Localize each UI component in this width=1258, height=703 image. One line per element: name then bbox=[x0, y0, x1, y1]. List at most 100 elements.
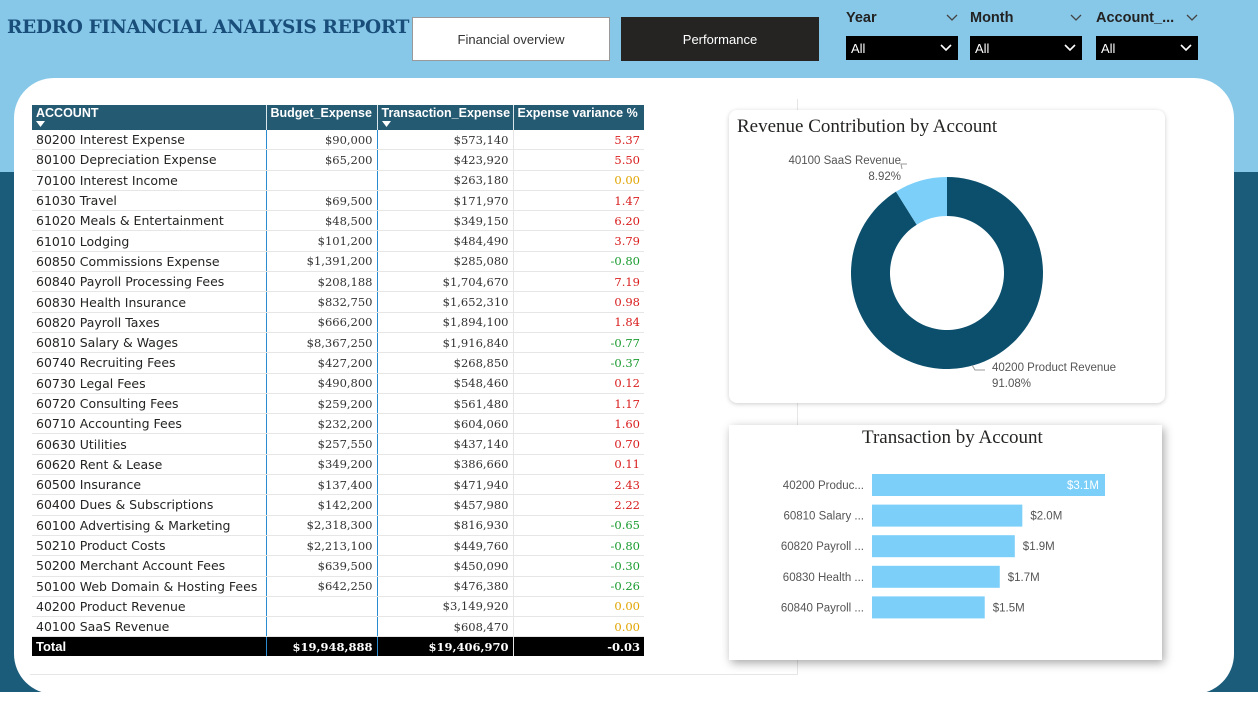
expense-variance-cell: 0.70 bbox=[513, 433, 644, 455]
chevron-down-icon bbox=[940, 44, 952, 52]
expense-variance-cell: 3.79 bbox=[513, 230, 644, 252]
expense-variance-cell: -0.80 bbox=[513, 251, 644, 273]
table-row[interactable]: 60500 Insurance $137,400 $471,940 2.43 bbox=[32, 474, 644, 496]
account-cell: 60810 Salary & Wages bbox=[32, 332, 267, 354]
transaction-expense-cell: $1,894,100 bbox=[377, 312, 514, 333]
account-cell: 70100 Interest Income bbox=[32, 170, 267, 191]
table-row[interactable]: 60740 Recruiting Fees $427,200 $268,850 -0.… bbox=[32, 352, 644, 374]
bar-value-label: $2.0M bbox=[1030, 511, 1062, 523]
account-cell: 40100 SaaS Revenue bbox=[32, 616, 267, 638]
table-row[interactable]: 61030 Travel $69,500 $171,970 1.47 bbox=[32, 190, 644, 212]
budget-expense-cell: $639,500 bbox=[266, 555, 378, 577]
account-cell: 60620 Rent & Lease bbox=[32, 454, 267, 476]
bar[interactable] bbox=[872, 504, 1023, 527]
expense-variance-cell: -0.37 bbox=[513, 352, 644, 374]
table-row[interactable]: 40100 SaaS Revenue $608,470 0.00 bbox=[32, 616, 644, 638]
transaction-expense-cell: $1,704,670 bbox=[377, 271, 514, 293]
chevron-down-icon[interactable] bbox=[1070, 14, 1082, 22]
account-cell: 50200 Merchant Account Fees bbox=[32, 555, 267, 577]
table-header-row: ACCOUNT Budget_Expense Transaction_Expen… bbox=[32, 105, 644, 130]
table-row[interactable]: 40200 Product Revenue $3,149,920 0.00 bbox=[32, 596, 644, 618]
expense-variance-cell: 0.11 bbox=[513, 454, 644, 476]
table-body: 80200 Interest Expense $90,000 $573,140 5.3… bbox=[32, 130, 644, 657]
account-cell: 50100 Web Domain & Hosting Fees bbox=[32, 576, 267, 597]
table-row[interactable]: 50210 Product Costs $2,213,100 $449,760 -0.… bbox=[32, 535, 644, 557]
table-row[interactable]: 60840 Payroll Processing Fees $208,188 $1,… bbox=[32, 271, 644, 293]
sort-down-icon[interactable] bbox=[381, 121, 391, 127]
table-row[interactable]: 60630 Utilities $257,550 $437,140 0.70 bbox=[32, 433, 644, 455]
account-cell: 60840 Payroll Processing Fees bbox=[32, 271, 267, 293]
expense-variance-cell: 0.00 bbox=[513, 170, 644, 191]
table-row[interactable]: 60400 Dues & Subscriptions $142,200 $457,9… bbox=[32, 494, 644, 516]
account-dropdown-value: All bbox=[1101, 40, 1116, 56]
table-row[interactable]: 70100 Interest Income $263,180 0.00 bbox=[32, 170, 644, 191]
table-row[interactable]: 60820 Payroll Taxes $666,200 $1,894,100 1.8… bbox=[32, 312, 644, 333]
expense-variance-cell: 5.50 bbox=[513, 149, 644, 171]
transaction-expense-cell: $816,930 bbox=[377, 515, 514, 536]
month-dropdown[interactable]: All bbox=[970, 36, 1082, 60]
table-row[interactable]: 60730 Legal Fees $490,800 $548,460 0.12 bbox=[32, 373, 644, 394]
expense-table: ACCOUNT Budget_Expense Transaction_Expen… bbox=[32, 105, 644, 657]
sort-down-icon[interactable] bbox=[36, 121, 45, 127]
data-label-percent: 91.08% bbox=[992, 378, 1031, 390]
chevron-down-icon[interactable] bbox=[946, 14, 958, 22]
table-row[interactable]: 60100 Advertising & Marketing $2,318,300 $… bbox=[32, 515, 644, 536]
bar[interactable] bbox=[872, 596, 985, 619]
table-row[interactable]: 61010 Lodging $101,200 $484,490 3.79 bbox=[32, 230, 644, 252]
column-header-expense-variance[interactable]: Expense variance % bbox=[513, 105, 644, 130]
bar-category-label: 60810 Salary ... bbox=[783, 511, 864, 523]
budget-expense-cell: $2,318,300 bbox=[266, 515, 378, 536]
performance-button[interactable]: Performance bbox=[621, 17, 819, 61]
revenue-contribution-visual[interactable]: Revenue Contribution by Account 40100 Sa… bbox=[729, 110, 1165, 403]
budget-expense-cell: $2,213,100 bbox=[266, 535, 378, 557]
account-slicer-label: Account_... bbox=[1096, 10, 1175, 26]
bar-category-label: 40200 Produc... bbox=[783, 480, 864, 492]
account-cell: 60740 Recruiting Fees bbox=[32, 352, 267, 374]
table-row[interactable]: 80100 Depreciation Expense $65,200 $423,92… bbox=[32, 149, 644, 171]
expense-variance-cell: 5.37 bbox=[513, 130, 644, 151]
budget-expense-cell: $232,200 bbox=[266, 413, 378, 435]
bar-value-label: $1.5M bbox=[993, 602, 1025, 614]
account-dropdown[interactable]: All bbox=[1096, 36, 1198, 60]
budget-expense-cell: $490,800 bbox=[266, 373, 378, 394]
bar[interactable] bbox=[872, 565, 1000, 588]
column-header-transaction-expense[interactable]: Transaction_Expense bbox=[377, 105, 514, 130]
table-row[interactable]: 60810 Salary & Wages $8,367,250 $1,916,840… bbox=[32, 332, 644, 354]
table-row[interactable]: 50100 Web Domain & Hosting Fees $642,250 $… bbox=[32, 576, 644, 597]
year-dropdown[interactable]: All bbox=[846, 36, 958, 60]
account-cell: 80100 Depreciation Expense bbox=[32, 149, 267, 171]
year-slicer-label: Year bbox=[846, 10, 877, 26]
budget-expense-cell: $69,500 bbox=[266, 190, 378, 212]
expense-variance-cell: -0.30 bbox=[513, 555, 644, 577]
transaction-bar-chart: 40200 Produc... $3.1M 60810 Salary ... $2.0… bbox=[781, 474, 1105, 619]
account-cell: 60100 Advertising & Marketing bbox=[32, 515, 267, 536]
transaction-expense-cell: $450,090 bbox=[377, 555, 514, 577]
budget-expense-cell: $137,400 bbox=[266, 474, 378, 496]
table-row[interactable]: 50200 Merchant Account Fees $639,500 $450,… bbox=[32, 555, 644, 577]
column-header-account[interactable]: ACCOUNT bbox=[32, 105, 267, 130]
table-row[interactable]: 60830 Health Insurance $832,750 $1,652,310… bbox=[32, 291, 644, 313]
account-cell: 60730 Legal Fees bbox=[32, 373, 267, 394]
table-row[interactable]: 60850 Commissions Expense $1,391,200 $285,… bbox=[32, 251, 644, 273]
budget-expense-cell: $257,550 bbox=[266, 433, 378, 455]
expense-variance-cell: 1.47 bbox=[513, 190, 644, 212]
financial-overview-button[interactable]: Financial overview bbox=[412, 17, 610, 61]
table-row[interactable]: 60710 Accounting Fees $232,200 $604,060 1.6… bbox=[32, 413, 644, 435]
table-row[interactable]: 61020 Meals & Entertainment $48,500 $349,1… bbox=[32, 210, 644, 232]
account-slicer: Account_... All bbox=[1096, 8, 1198, 60]
transaction-expense-cell: $573,140 bbox=[377, 130, 514, 151]
expense-variance-cell: 1.17 bbox=[513, 393, 644, 415]
chevron-down-icon[interactable] bbox=[1186, 14, 1198, 22]
bar[interactable] bbox=[872, 535, 1015, 558]
column-header-budget-expense[interactable]: Budget_Expense bbox=[266, 105, 378, 130]
transaction-expense-cell: $449,760 bbox=[377, 535, 514, 557]
table-row[interactable]: 60720 Consulting Fees $259,200 $561,480 1.1… bbox=[32, 393, 644, 415]
transaction-by-account-visual[interactable]: Transaction by Account 40200 Produc... $3… bbox=[729, 425, 1162, 660]
total-variance-cell: -0.03 bbox=[513, 636, 644, 657]
expense-variance-cell: 0.00 bbox=[513, 616, 644, 638]
budget-expense-cell: $48,500 bbox=[266, 210, 378, 232]
table-row[interactable]: 60620 Rent & Lease $349,200 $386,660 0.11 bbox=[32, 454, 644, 476]
transaction-expense-cell: $263,180 bbox=[377, 170, 514, 191]
table-row[interactable]: 80200 Interest Expense $90,000 $573,140 5.3… bbox=[32, 130, 644, 151]
budget-expense-cell bbox=[266, 616, 378, 638]
